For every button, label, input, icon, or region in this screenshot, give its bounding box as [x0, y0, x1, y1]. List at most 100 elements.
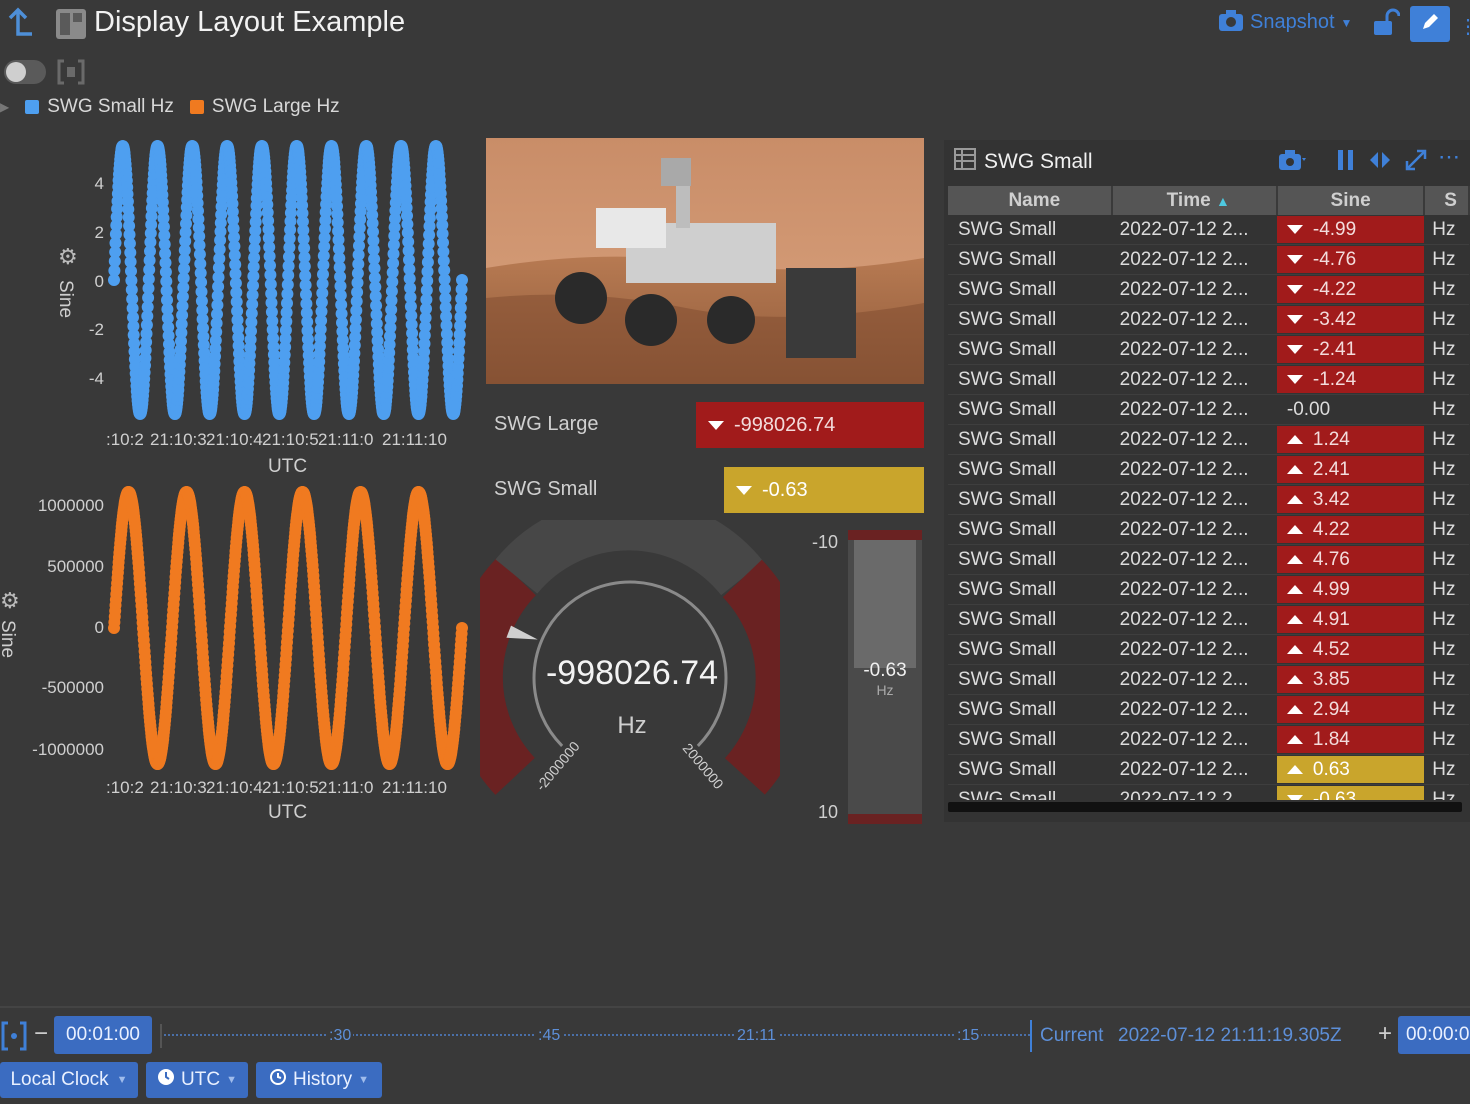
arrow-down-icon: [736, 485, 752, 495]
table-row[interactable]: SWG Small 2022-07-12 2... -4.99 Hz: [948, 215, 1469, 245]
table-row[interactable]: SWG Small 2022-07-12 2... 3.42 Hz: [948, 484, 1469, 515]
columns-icon[interactable]: [1368, 148, 1392, 177]
table-row[interactable]: SWG Small 2022-07-12 2... 3.85 Hz: [948, 664, 1469, 695]
cell-units: Hz: [1424, 604, 1469, 635]
data-point: [456, 622, 468, 634]
arc-gauge: -998026.74 Hz -2000000 2000000: [448, 496, 810, 810]
toggle-icon: [6, 62, 26, 82]
x-tick: 21:10:4: [206, 430, 263, 449]
y-axis-label: Sine: [55, 280, 76, 319]
cell-name: SWG Small: [948, 244, 1112, 275]
table-row[interactable]: SWG Small 2022-07-12 2... -0.63 Hz: [948, 784, 1469, 800]
column-header-name[interactable]: Name: [948, 186, 1113, 215]
column-header-units[interactable]: S: [1424, 186, 1470, 215]
cell-name: SWG Small: [948, 634, 1112, 665]
bar-gauge-fill: [854, 540, 916, 668]
lock-icon[interactable]: [1370, 8, 1401, 43]
column-header-time[interactable]: Time ▲: [1111, 186, 1278, 215]
chevron-down-icon: ▼: [1340, 15, 1353, 30]
cell-time: 2022-07-12 2...: [1111, 634, 1277, 665]
snapshot-button[interactable]: Snapshot ▼: [1218, 8, 1352, 37]
expand-icon[interactable]: [1404, 148, 1428, 177]
plot-small-area[interactable]: [108, 140, 468, 420]
plot-large-panel: ⚙ Sine 1000000 500000 0 -500000 -1000000…: [0, 480, 470, 830]
zoom-out-button[interactable]: −: [34, 1020, 48, 1048]
large-readout-label: SWG Large: [494, 413, 599, 435]
cell-name: SWG Small: [948, 424, 1112, 455]
more-icon[interactable]: ⋯: [1438, 144, 1460, 170]
plot-large-area[interactable]: [108, 486, 468, 770]
pause-icon[interactable]: [1336, 148, 1356, 177]
table-row[interactable]: SWG Small 2022-07-12 2... 2.41 Hz: [948, 454, 1469, 485]
x-tick: 21:10:4: [206, 778, 263, 797]
table-row[interactable]: SWG Small 2022-07-12 2... -3.42 Hz: [948, 304, 1469, 335]
cell-name: SWG Small: [948, 694, 1112, 725]
table-row[interactable]: SWG Small 2022-07-12 2... 2.94 Hz: [948, 694, 1469, 725]
cell-time: 2022-07-12 2...: [1111, 274, 1277, 305]
cell-sine: -2.41: [1276, 334, 1425, 365]
table-row[interactable]: SWG Small 2022-07-12 2... -2.41 Hz: [948, 334, 1469, 365]
clock-icon: [157, 1068, 175, 1092]
edit-button[interactable]: [1410, 6, 1450, 42]
x-tick: 21:11:10: [382, 430, 447, 449]
legend-swatch: [25, 100, 40, 114]
expand-arrow-icon[interactable]: ▶: [0, 100, 9, 114]
legend-item-small[interactable]: SWG Small Hz: [25, 96, 174, 118]
table-row[interactable]: SWG Small 2022-07-12 2... -4.76 Hz: [948, 244, 1469, 275]
zoom-in-button[interactable]: +: [1378, 1020, 1392, 1048]
back-icon[interactable]: [4, 6, 36, 40]
table-row[interactable]: SWG Small 2022-07-12 2... 4.52 Hz: [948, 634, 1469, 665]
cell-units: Hz: [1424, 694, 1469, 725]
table-row[interactable]: SWG Small 2022-07-12 2... 0.63 Hz: [948, 754, 1469, 785]
table-row[interactable]: SWG Small 2022-07-12 2... -4.22 Hz: [948, 274, 1469, 305]
mode-dropdown[interactable]: History ▼: [256, 1062, 382, 1098]
table-row[interactable]: SWG Small 2022-07-12 2... 1.84 Hz: [948, 724, 1469, 755]
y-tick: 500000: [47, 557, 104, 576]
arrow-up-icon: [1286, 765, 1303, 774]
table-row[interactable]: SWG Small 2022-07-12 2... -0.00 Hz: [948, 394, 1469, 425]
table-row[interactable]: SWG Small 2022-07-12 2... 4.91 Hz: [948, 604, 1469, 635]
cell-time: 2022-07-12 2...: [1111, 215, 1277, 245]
gear-icon[interactable]: ⚙: [58, 244, 78, 270]
legend-item-large[interactable]: SWG Large Hz: [189, 96, 340, 118]
toggle-switch[interactable]: [4, 60, 46, 84]
timeline-start-marker: [160, 1024, 162, 1048]
cell-name: SWG Small: [948, 274, 1112, 305]
gauge-unit: Hz: [617, 712, 647, 739]
horizontal-scrollbar[interactable]: [948, 802, 1462, 812]
cell-sine: 4.76: [1276, 544, 1425, 575]
brackets-icon[interactable]: [0, 1020, 28, 1057]
timezone-dropdown[interactable]: UTC ▼: [146, 1062, 248, 1098]
table-scroll[interactable]: Name Time ▲ Sine S SWG Small 2022-07-12 2…: [948, 186, 1470, 800]
arrow-up-icon: [1286, 675, 1303, 684]
cell-name: SWG Small: [948, 544, 1112, 575]
camera-icon: [1218, 8, 1244, 37]
legend: ▶ SWG Small Hz SWG Large Hz: [0, 96, 340, 118]
cell-name: SWG Small: [948, 754, 1112, 785]
column-header-sine[interactable]: Sine: [1276, 186, 1426, 215]
table-row[interactable]: SWG Small 2022-07-12 2... 4.99 Hz: [948, 574, 1469, 605]
x-tick: 21:11:0: [318, 778, 374, 797]
more-icon[interactable]: ⋮: [1458, 14, 1470, 39]
camera-icon[interactable]: [1278, 148, 1306, 177]
x-tick: :10:2: [106, 778, 144, 797]
cell-time: 2022-07-12 2...: [1111, 514, 1277, 545]
large-readout-value: -998026.74: [696, 402, 924, 448]
cell-time: 2022-07-12 2...: [1111, 454, 1277, 485]
cell-units: Hz: [1424, 634, 1469, 665]
table-row[interactable]: SWG Small 2022-07-12 2... 4.22 Hz: [948, 514, 1469, 545]
offset-button[interactable]: 00:00:0: [1398, 1016, 1470, 1054]
brackets-icon[interactable]: [56, 58, 86, 86]
duration-button[interactable]: 00:01:00: [54, 1016, 152, 1054]
timeline-end-marker: [1030, 1020, 1032, 1052]
small-readout-label: SWG Small: [494, 478, 598, 500]
cell-name: SWG Small: [948, 304, 1112, 335]
clock-dropdown[interactable]: Local Clock ▼: [0, 1062, 138, 1098]
x-tick: 21:10:5: [262, 778, 319, 797]
table-row[interactable]: SWG Small 2022-07-12 2... 1.24 Hz: [948, 424, 1469, 455]
time-strip-divider: [0, 1006, 1470, 1008]
table-row[interactable]: SWG Small 2022-07-12 2... -1.24 Hz: [948, 364, 1469, 395]
table-row[interactable]: SWG Small 2022-07-12 2... 4.76 Hz: [948, 544, 1469, 575]
timeline-track[interactable]: [160, 1034, 1030, 1038]
cell-units: Hz: [1424, 364, 1469, 395]
